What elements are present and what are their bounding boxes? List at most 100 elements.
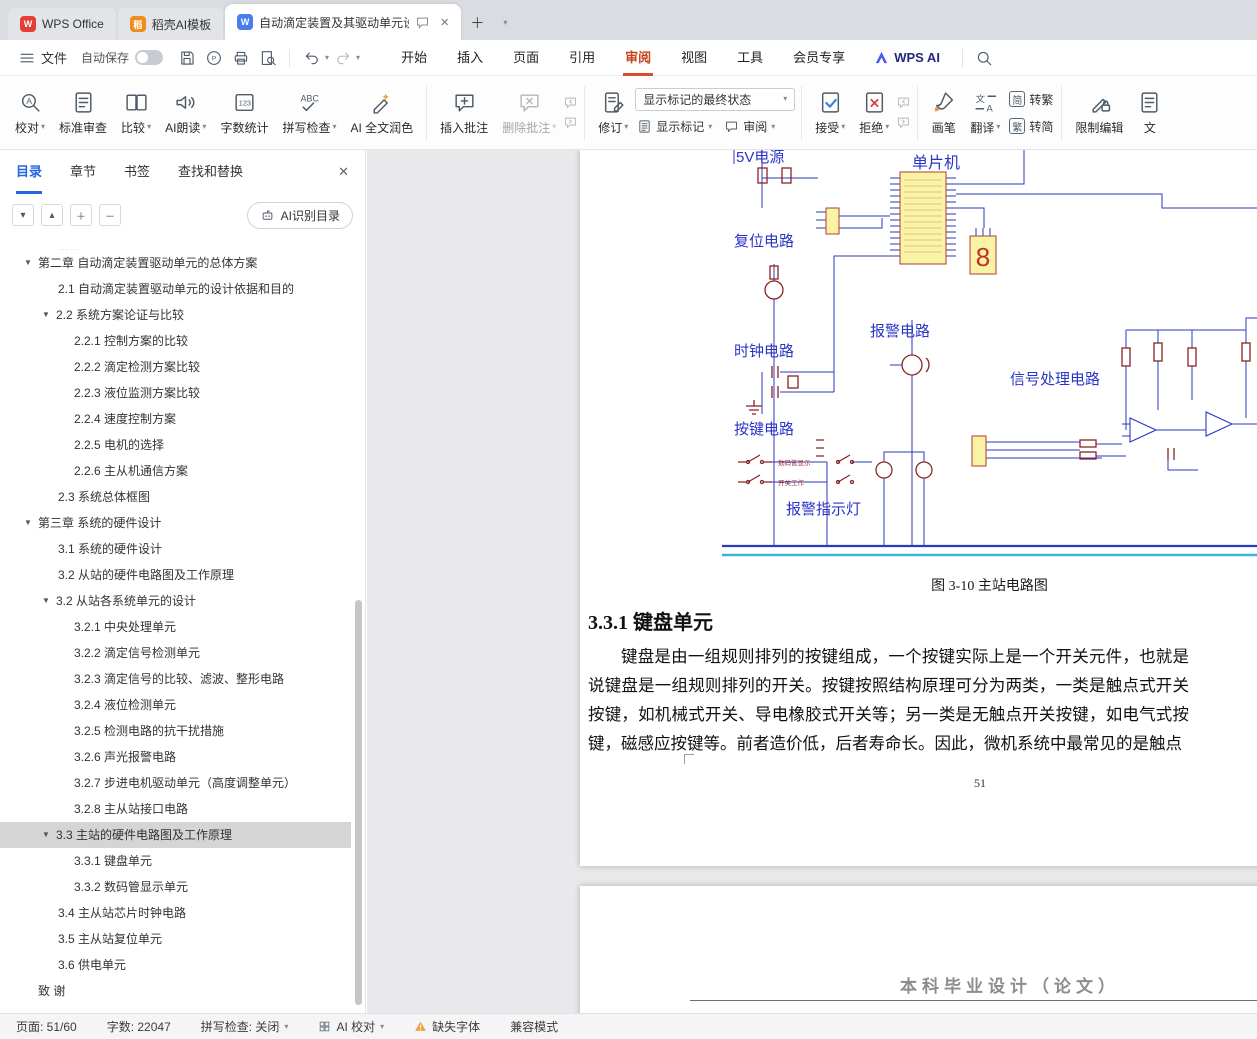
ai-read-button[interactable]: AI朗读▾ <box>158 80 213 146</box>
chevron-down-icon[interactable]: ▼ <box>42 302 56 328</box>
toc-item[interactable]: 3.1 系统的硬件设计 <box>0 536 351 562</box>
ai-detect-toc-button[interactable]: AI识别目录 <box>247 202 353 229</box>
search-button[interactable] <box>971 45 998 71</box>
close-tab-icon[interactable]: ✕ <box>440 16 449 29</box>
toc-item[interactable]: 致 谢 <box>0 978 351 1004</box>
next-change-icon[interactable] <box>896 115 911 130</box>
insert-comment-button[interactable]: 插入批注 <box>433 80 495 146</box>
document-page-52[interactable]: 本科毕业设计（论文） <box>580 886 1257 1013</box>
toc-item[interactable]: 2.2.5 电机的选择 <box>0 432 351 458</box>
tab-wps-office[interactable]: W WPS Office <box>8 8 116 40</box>
file-menu[interactable]: 文件 <box>10 48 75 67</box>
toc-item[interactable]: 3.3.2 数码管显示单元 <box>0 874 351 900</box>
tab-current-document[interactable]: W 自动滴定装置及其驱动单元设... ✕ <box>225 4 461 40</box>
toc-item[interactable]: 2.2.2 滴定检测方案比较 <box>0 354 351 380</box>
document-page-51[interactable]: 8 <box>580 150 1257 866</box>
tab-list-dropdown[interactable]: ▾ <box>493 11 517 35</box>
toc-item[interactable]: ▼3.2 从站各系统单元的设计 <box>0 588 351 614</box>
toc-item-clipped[interactable]: …… <box>0 242 351 250</box>
reject-button[interactable]: 拒绝▾ <box>852 80 896 146</box>
reviewing-pane-button[interactable]: 审阅 ▾ <box>722 116 777 138</box>
undo-button[interactable] <box>298 45 325 71</box>
standard-review-button[interactable]: 标准审查 <box>52 80 114 146</box>
show-markup-button[interactable]: 显示标记 ▾ <box>635 116 714 138</box>
menu-home[interactable]: 开始 <box>386 40 442 76</box>
status-page-indicator[interactable]: 页面: 51/60 <box>16 1018 77 1035</box>
tab-docer-template[interactable]: 稻 稻壳AI模板 <box>118 8 223 40</box>
toc-item[interactable]: 3.6 供电单元 <box>0 952 351 978</box>
chevron-down-icon[interactable]: ▼ <box>42 822 56 848</box>
chevron-down-icon[interactable]: ▼ <box>24 250 38 276</box>
close-sidebar-icon[interactable]: ✕ <box>338 164 349 180</box>
delete-comment-button[interactable]: 删除批注▾ <box>495 80 563 146</box>
next-comment-icon[interactable] <box>563 115 578 130</box>
ink-brush-button[interactable]: 画笔 <box>924 80 963 146</box>
tab-contents[interactable]: 目录 <box>16 150 42 194</box>
display-for-review-select[interactable]: 显示标记的最终状态 ▾ <box>635 88 795 111</box>
comment-bubble-icon[interactable] <box>415 15 430 30</box>
toc-item[interactable]: 3.2.4 液位检测单元 <box>0 692 351 718</box>
menu-tools[interactable]: 工具 <box>722 40 778 76</box>
toc-item[interactable]: 3.2.5 检测电路的抗干扰措施 <box>0 718 351 744</box>
compare-button[interactable]: 比较▾ <box>114 80 158 146</box>
toc-item[interactable]: 3.2.1 中央处理单元 <box>0 614 351 640</box>
proofread-button[interactable]: 校对▾ <box>8 80 52 146</box>
menu-review[interactable]: 审阅 <box>610 40 666 76</box>
print-button[interactable] <box>227 45 254 71</box>
status-word-count[interactable]: 字数: 22047 <box>107 1018 171 1035</box>
status-ai-proofread[interactable]: AI 校对▾ <box>318 1018 384 1035</box>
expand-all-button[interactable]: ▾ <box>12 204 34 226</box>
toc-item[interactable]: 3.3.1 键盘单元 <box>0 848 351 874</box>
toc-item[interactable]: 3.2.7 步进电机驱动单元（高度调整单元） <box>0 770 351 796</box>
chevron-down-icon[interactable]: ▼ <box>42 588 56 614</box>
toc-item[interactable]: ▼第三章 系统的硬件设计 <box>0 510 351 536</box>
track-changes-button[interactable]: 修订▾ <box>591 80 635 146</box>
print-preview-button[interactable] <box>254 45 281 71</box>
toc-item-selected[interactable]: ▼3.3 主站的硬件电路图及工作原理 <box>0 822 351 848</box>
toc-item[interactable]: 3.4 主从站芯片时钟电路 <box>0 900 351 926</box>
toc-item[interactable]: 3.2.6 声光报警电路 <box>0 744 351 770</box>
menu-view[interactable]: 视图 <box>666 40 722 76</box>
toc-item[interactable]: 3.2.2 滴定信号检测单元 <box>0 640 351 666</box>
demote-button[interactable]: － <box>99 204 121 226</box>
toc-item[interactable]: 3.2.3 滴定信号的比较、滤波、整形电路 <box>0 666 351 692</box>
wps-ai-menu[interactable]: WPS AI <box>860 50 954 65</box>
accept-button[interactable]: 接受▾ <box>808 80 852 146</box>
toc-item[interactable]: 2.1 自动滴定装置驱动单元的设计依据和目的 <box>0 276 351 302</box>
toc-item[interactable]: 2.2.3 液位监测方案比较 <box>0 380 351 406</box>
new-tab-button[interactable]: ＋ <box>465 11 489 35</box>
autosave-toggle[interactable] <box>135 50 163 65</box>
to-simplified-button[interactable]: 繁 转简 <box>1007 115 1055 137</box>
status-compat-mode[interactable]: 兼容模式 <box>510 1018 558 1035</box>
document-canvas[interactable]: 8 <box>367 150 1257 1013</box>
tab-bookmarks[interactable]: 书签 <box>124 150 150 194</box>
status-spell-check[interactable]: 拼写检查: 关闭▾ <box>201 1018 289 1035</box>
toc-item[interactable]: ▼第二章 自动滴定装置驱动单元的总体方案 <box>0 250 351 276</box>
sidebar-scrollbar-thumb[interactable] <box>355 600 362 1005</box>
toc-item[interactable]: 2.2.6 主从机通信方案 <box>0 458 351 484</box>
menu-member[interactable]: 会员专享 <box>778 40 860 76</box>
translate-button[interactable]: 翻译▾ <box>963 80 1007 146</box>
toc-item[interactable]: 2.2.1 控制方案的比较 <box>0 328 351 354</box>
toc-item[interactable]: 3.2 从站的硬件电路图及工作原理 <box>0 562 351 588</box>
restrict-editing-button[interactable]: 限制编辑 <box>1068 80 1130 146</box>
redo-button[interactable] <box>329 45 356 71</box>
previous-comment-icon[interactable] <box>563 95 578 110</box>
tab-find-replace[interactable]: 查找和替换 <box>178 150 243 194</box>
export-pdf-button[interactable] <box>200 45 227 71</box>
ai-polish-button[interactable]: AI 全文润色 <box>343 80 420 146</box>
toc-item[interactable]: 3.5 主从站复位单元 <box>0 926 351 952</box>
toc-item[interactable]: 2.2.4 速度控制方案 <box>0 406 351 432</box>
chevron-down-icon[interactable]: ▼ <box>24 510 38 536</box>
toc-item[interactable]: 3.2.8 主从站接口电路 <box>0 796 351 822</box>
redo-dropdown[interactable]: ▾ <box>356 54 360 62</box>
save-button[interactable] <box>173 45 200 71</box>
to-traditional-button[interactable]: 简 转繁 <box>1007 88 1055 110</box>
menu-page[interactable]: 页面 <box>498 40 554 76</box>
spell-check-button[interactable]: 拼写检查▾ <box>275 80 343 146</box>
promote-button[interactable]: ＋ <box>70 204 92 226</box>
status-missing-font[interactable]: 缺失字体 <box>414 1018 480 1035</box>
toc-item[interactable]: ▼2.2 系统方案论证与比较 <box>0 302 351 328</box>
word-count-button[interactable]: 字数统计 <box>213 80 275 146</box>
tab-sections[interactable]: 章节 <box>70 150 96 194</box>
